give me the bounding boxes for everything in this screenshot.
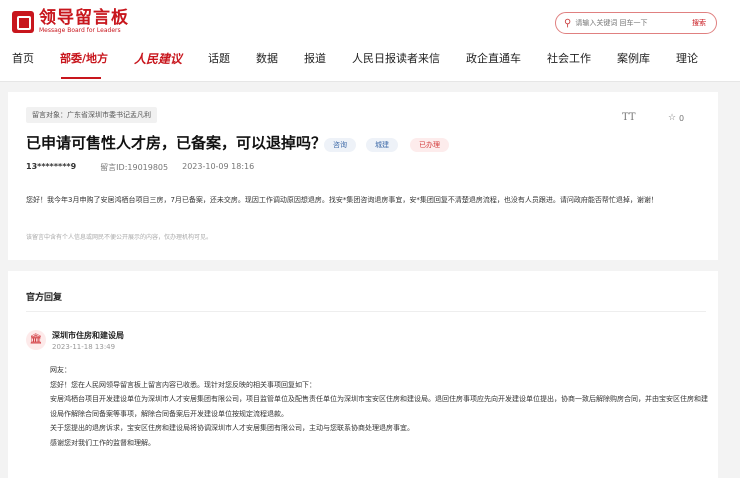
reply-paragraph: 您好！您在人民网领导留言板上留言内容已收悉。现针对您反映的相关事项回复如下： bbox=[50, 380, 316, 389]
reply-org: 深圳市住房和建设局 bbox=[52, 331, 124, 340]
logo-icon bbox=[12, 11, 34, 33]
message-id: 留言ID:19019805 bbox=[100, 163, 169, 172]
reply-date: 2023-11-18 13:49 bbox=[52, 343, 116, 351]
reply-heading: 官方回复 bbox=[26, 293, 63, 303]
nav-active-indicator bbox=[61, 77, 101, 79]
message-title: 已申请可售性人才房，已备案，可以退掉吗？ bbox=[26, 134, 327, 152]
logo-title: 领导留言板 bbox=[39, 8, 129, 28]
main-nav: 首页 部委/地方 人民建议 话题 数据 报道 人民日报读者来信 政企直通车 社会… bbox=[12, 52, 724, 66]
star-count: 0 bbox=[679, 114, 685, 123]
nav-reports[interactable]: 报道 bbox=[304, 52, 326, 66]
logo-subtitle: Message Board for Leaders bbox=[39, 27, 121, 34]
reply-content: 网友： 您好！您在人民网领导留言板上留言内容已收悉。现针对您反映的相关事项回复如… bbox=[50, 363, 710, 451]
reply-paragraph: 安居鸿栖台项目开发建设单位为深圳市人才安居集团有限公司，项目监管单位及配售责任单… bbox=[50, 395, 708, 418]
nav-people-suggestions[interactable]: 人民建议 bbox=[134, 52, 182, 66]
nav-case-library[interactable]: 案例库 bbox=[617, 52, 650, 66]
nav-home[interactable]: 首页 bbox=[12, 52, 34, 66]
reply-divider bbox=[26, 311, 706, 312]
nav-theory[interactable]: 理论 bbox=[676, 52, 698, 66]
nav-social-work[interactable]: 社会工作 bbox=[547, 52, 591, 66]
search-box: ⚲ 搜索 bbox=[555, 12, 717, 34]
nav-ministries-local[interactable]: 部委/地方 bbox=[60, 52, 108, 66]
search-input[interactable] bbox=[575, 19, 688, 27]
message-date: 2023-10-09 18:16 bbox=[182, 162, 255, 171]
site-header: 领导留言板 Message Board for Leaders ⚲ 搜索 首页 … bbox=[0, 0, 740, 82]
message-content: 您好！我今年3月申购了安居鸿栖台项目三房，7月已备案，还未交房。现因工作调动原因… bbox=[26, 196, 658, 204]
nav-enterprise[interactable]: 政企直通车 bbox=[466, 52, 521, 66]
search-button[interactable]: 搜索 bbox=[692, 18, 706, 28]
site-logo[interactable]: 领导留言板 Message Board for Leaders bbox=[12, 9, 129, 35]
star-icon[interactable]: ☆ bbox=[668, 113, 676, 123]
message-card: 留言对象：广东省深圳市委书记孟凡利 已申请可售性人才房，已备案，可以退掉吗？ 咨… bbox=[8, 92, 718, 260]
tag-urban-construction[interactable]: 城建 bbox=[366, 138, 398, 152]
search-icon: ⚲ bbox=[564, 17, 572, 29]
reply-paragraph: 感谢您对我们工作的监督和理解。 bbox=[50, 438, 155, 447]
font-size-icon[interactable]: T​T bbox=[622, 112, 636, 123]
message-target: 留言对象：广东省深圳市委书记孟凡利 bbox=[26, 107, 157, 123]
reply-paragraph: 关于您提出的退房诉求，宝安区住房和建设局将协调深圳市人才安居集团有限公司，主动与… bbox=[50, 424, 414, 433]
reply-card: 官方回复 🏛 深圳市住房和建设局 2023-11-18 13:49 网友： 您好… bbox=[8, 271, 718, 478]
message-author: 13********9 bbox=[26, 162, 77, 171]
message-meta: 13********9 留言ID:19019805 2023-10-09 18:… bbox=[26, 162, 254, 173]
nav-data[interactable]: 数据 bbox=[256, 52, 278, 66]
reply-paragraph: 网友： bbox=[50, 366, 71, 374]
nav-topics[interactable]: 话题 bbox=[208, 52, 230, 66]
nav-reader-letters[interactable]: 人民日报读者来信 bbox=[352, 52, 440, 66]
tag-consult[interactable]: 咨询 bbox=[324, 138, 356, 152]
privacy-note: 该留言中含有个人信息或网民不便公开展示的内容，仅办理机构可见。 bbox=[26, 234, 213, 241]
status-badge: 已办理 bbox=[410, 138, 449, 152]
government-building-icon: 🏛 bbox=[26, 330, 46, 350]
